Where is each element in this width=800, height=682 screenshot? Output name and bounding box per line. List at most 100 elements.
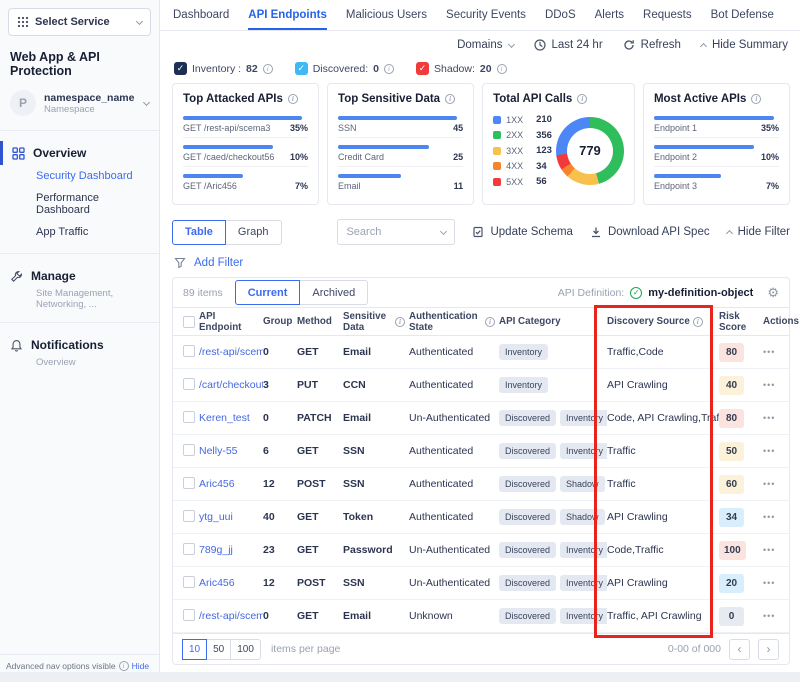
refresh-button[interactable]: Refresh [623,39,681,51]
bar-label: SSN [338,123,357,133]
nav-tab[interactable]: DDoS [545,2,576,30]
table-row[interactable]: /cart/checkout 3 PUT CCN Authenticated I… [173,369,789,402]
legend-value: 356 [536,130,552,141]
hide-summary-toggle[interactable]: Hide Summary [701,39,788,51]
col-authentication-state[interactable]: Authentication State i [409,311,499,333]
sidebar-sub-item[interactable]: App Traffic [0,221,159,243]
actions-menu-button[interactable]: ••• [763,347,775,357]
sidebar-sub-item[interactable]: Performance Dashboard [0,187,159,221]
actions-menu-button[interactable]: ••• [763,545,775,555]
table-row[interactable]: Nelly-55 6 GET SSN Authenticated Discove… [173,435,789,468]
sidebar-item-manage[interactable]: Manage [0,264,159,288]
table-header-bar: 89 items Current Archived API Definition… [173,278,789,308]
time-range-selector[interactable]: Last 24 hr [534,39,603,51]
page-size-button[interactable]: 50 [206,639,231,660]
col-api-category[interactable]: API Category [499,316,607,327]
discovery-source-cell: API Crawling [607,379,719,391]
api-definition-value[interactable]: my-definition-object [648,287,753,299]
actions-menu-button[interactable]: ••• [763,512,775,522]
tab-archived[interactable]: Archived [299,280,368,305]
endpoint-link[interactable]: Keren_test [199,412,250,424]
filter-count: 20 [480,63,492,75]
table-view-button[interactable]: Table [172,220,226,245]
col-api-endpoint[interactable]: API Endpoint [199,311,263,333]
tab-current[interactable]: Current [235,280,301,305]
prev-page-button[interactable]: ‹ [729,639,750,660]
table-row[interactable]: /rest-api/scema 0 GET Email Unknown Disc… [173,600,789,633]
row-checkbox[interactable] [183,609,195,621]
col-method[interactable]: Method [297,316,343,327]
group-cell: 0 [263,412,297,424]
method-cell: GET [297,610,343,622]
endpoint-link[interactable]: Nelly-55 [199,445,238,457]
update-schema-button[interactable]: Update Schema [472,226,572,238]
endpoint-link[interactable]: ytg_uui [199,511,233,523]
gear-icon[interactable]: ⚙ [767,285,779,301]
search-input[interactable]: Search [337,219,455,245]
sensitive-data-cell: Email [343,610,409,622]
col-discovery-source[interactable]: Discovery Source i [607,316,719,327]
page-size-button[interactable]: 10 [182,639,207,660]
endpoint-link[interactable]: /cart/checkout [199,379,263,391]
nav-tab[interactable]: Requests [643,2,692,30]
col-group[interactable]: Group [263,316,297,327]
nav-tab[interactable]: Security Events [446,2,526,30]
table-row[interactable]: 789g_jj 23 GET Password Un-Authenticated… [173,534,789,567]
select-all-checkbox[interactable] [183,316,195,328]
nav-tab[interactable]: Bot Defense [711,2,774,30]
table-row[interactable]: Aric456 12 POST SSN Authenticated Discov… [173,468,789,501]
filter-checkbox[interactable]: ✓ Inventory : 82 i [174,62,273,75]
next-page-button[interactable]: › [758,639,779,660]
table-row[interactable]: ytg_uui 40 GET Token Authenticated Disco… [173,501,789,534]
endpoint-link[interactable]: 789g_jj [199,544,233,556]
sidebar-overview-label: Overview [33,146,86,160]
card-top-sensitive-data: Top Sensitive Data i SSN 45 [327,83,474,205]
nav-tab[interactable]: Dashboard [173,2,229,30]
row-checkbox[interactable] [183,444,195,456]
sidebar-sub-item[interactable]: Security Dashboard [0,165,159,187]
table-row[interactable]: Aric456 12 POST SSN Un-Authenticated Dis… [173,567,789,600]
service-selector[interactable]: Select Service [8,8,151,36]
hide-filter-toggle[interactable]: Hide Filter [727,226,790,238]
row-checkbox[interactable] [183,477,195,489]
actions-menu-button[interactable]: ••• [763,380,775,390]
endpoint-link[interactable]: Aric456 [199,478,235,490]
endpoint-link[interactable]: /rest-api/scema [199,610,263,622]
hide-link[interactable]: Hide [132,661,149,671]
actions-menu-button[interactable]: ••• [763,611,775,621]
api-category-cell: DiscoveredShadow [499,509,607,525]
nav-tab[interactable]: Malicious Users [346,2,427,30]
download-api-spec-button[interactable]: Download API Spec [590,226,710,238]
actions-menu-button[interactable]: ••• [763,479,775,489]
actions-menu-button[interactable]: ••• [763,413,775,423]
row-checkbox[interactable] [183,411,195,423]
graph-view-button[interactable]: Graph [225,220,282,245]
category-tag: Inventory [560,575,607,591]
endpoint-link[interactable]: /rest-api/scema [199,346,263,358]
page-size-button[interactable]: 100 [230,639,261,660]
col-risk-score[interactable]: Risk Score [719,311,763,333]
row-checkbox[interactable] [183,345,195,357]
summary-cards: Top Attacked APIs i GET /rest-api/scema3… [160,81,800,205]
row-checkbox[interactable] [183,378,195,390]
sidebar-item-overview[interactable]: Overview [0,141,159,165]
domains-dropdown[interactable]: Domains [457,39,513,51]
endpoint-link[interactable]: Aric456 [199,577,235,589]
row-checkbox[interactable] [183,576,195,588]
col-sensitive-data[interactable]: Sensitive Data i [343,311,409,333]
add-filter-button[interactable]: Add Filter [194,257,243,269]
filter-checkbox[interactable]: ✓ Shadow: 20 i [416,62,507,75]
namespace-selector[interactable]: P namespace_name Namespace [0,86,159,120]
top-nav-tabs: Dashboard API Endpoints Malicious Users … [160,0,800,31]
actions-menu-button[interactable]: ••• [763,578,775,588]
table-row[interactable]: Keren_test 0 PATCH Email Un-Authenticate… [173,402,789,435]
page-range: 0-00 of 000 [668,643,721,655]
actions-menu-button[interactable]: ••• [763,446,775,456]
row-checkbox[interactable] [183,543,195,555]
filter-checkbox[interactable]: ✓ Discovered: 0 i [295,62,394,75]
sidebar-item-notifications[interactable]: Notifications [0,333,159,357]
table-row[interactable]: /rest-api/scema 0 GET Email Authenticate… [173,336,789,369]
row-checkbox[interactable] [183,510,195,522]
nav-tab[interactable]: API Endpoints [248,2,327,30]
nav-tab[interactable]: Alerts [595,2,624,30]
